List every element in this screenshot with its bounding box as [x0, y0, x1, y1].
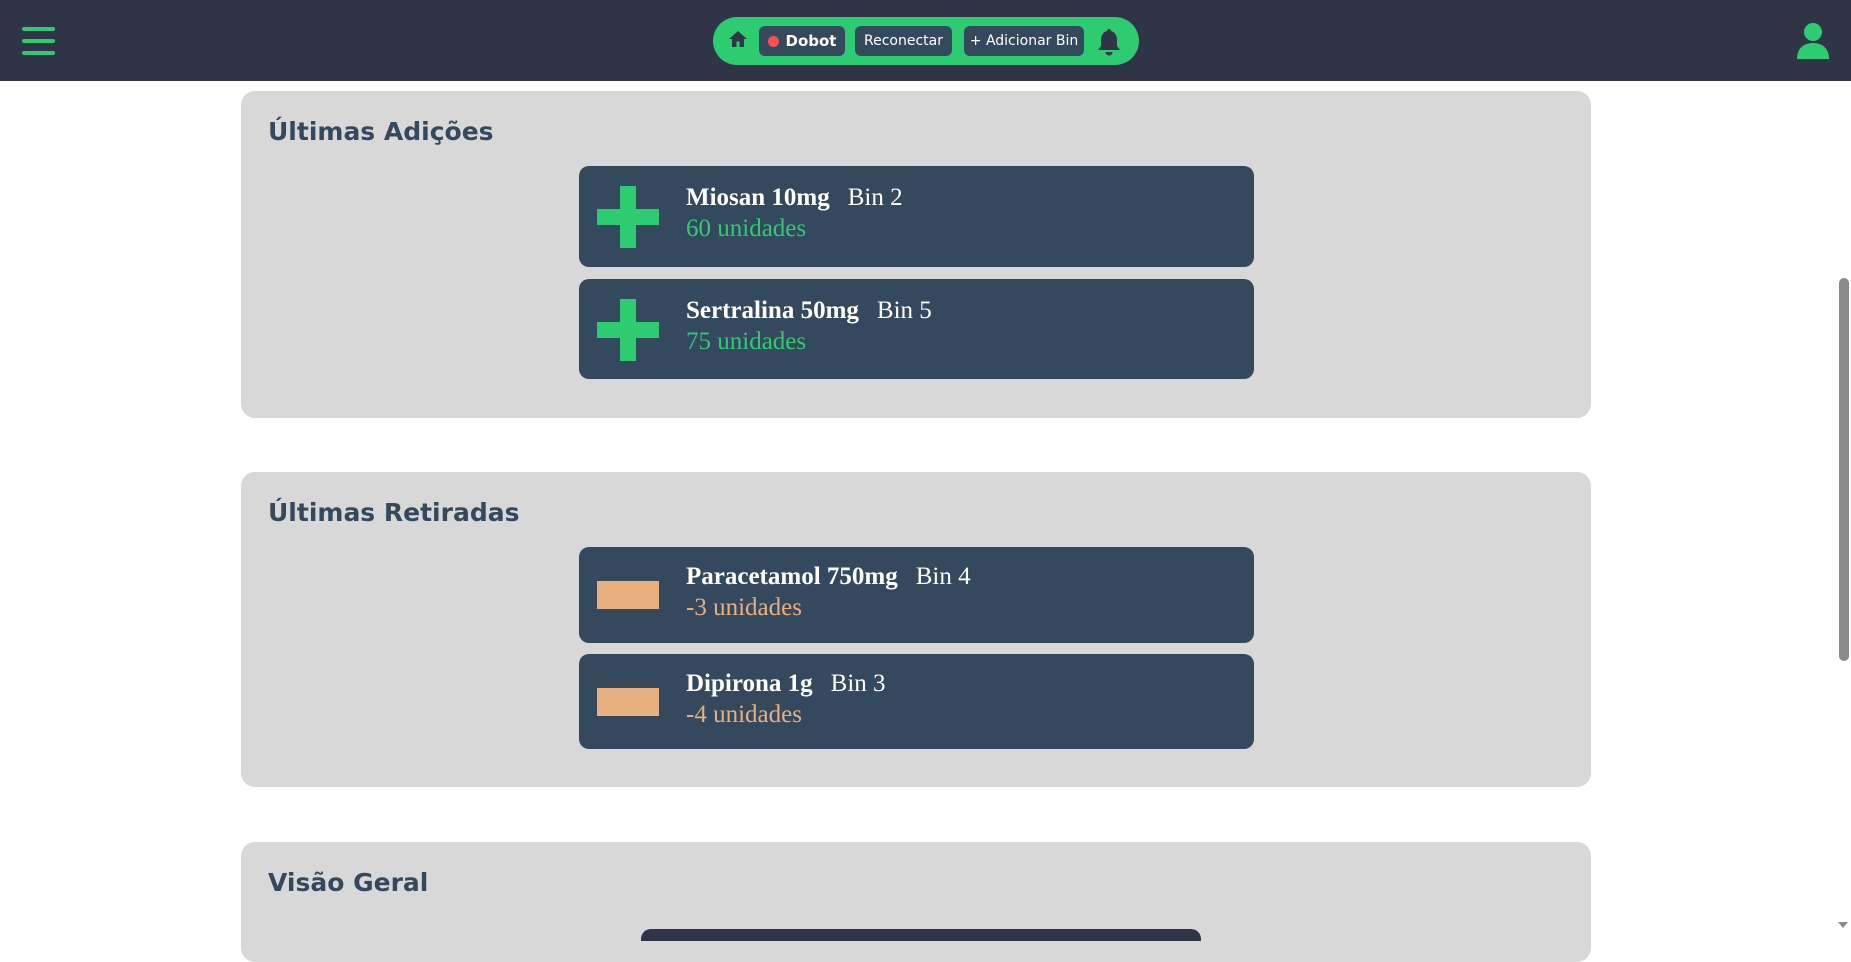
minus-icon	[597, 581, 659, 609]
minus-icon	[597, 688, 659, 716]
list-item[interactable]: Dipirona 1g Bin 3 -4 unidades	[579, 654, 1254, 749]
top-navbar: Dobot Reconectar + Adicionar Bin	[0, 0, 1851, 81]
list-item[interactable]: Sertralina 50mg Bin 5 75 unidades	[579, 279, 1254, 379]
section-title: Últimas Retiradas	[268, 498, 520, 527]
item-quantity: -4 unidades	[686, 701, 802, 728]
scrollbar-thumb[interactable]	[1839, 278, 1849, 661]
item-name: Paracetamol 750mg	[686, 563, 898, 590]
user-icon[interactable]	[1796, 22, 1830, 60]
item-name: Miosan 10mg	[686, 184, 830, 211]
item-bin: Bin 5	[876, 297, 932, 324]
bell-icon[interactable]	[1095, 27, 1123, 57]
item-name: Dipirona 1g	[686, 670, 813, 697]
overview-card	[641, 929, 1201, 941]
item-bin: Bin 2	[847, 184, 903, 211]
item-quantity: 75 unidades	[686, 328, 807, 355]
reconnect-button[interactable]: Reconectar	[855, 26, 952, 56]
item-bin: Bin 4	[915, 563, 971, 590]
list-item[interactable]: Miosan 10mg Bin 2 60 unidades	[579, 166, 1254, 267]
home-icon[interactable]	[728, 29, 748, 49]
recent-removals-section: Últimas Retiradas Paracetamol 750mg Bin 4…	[241, 472, 1591, 787]
robot-name: Dobot	[785, 32, 837, 50]
section-title: Últimas Adições	[268, 117, 494, 146]
robot-status-button[interactable]: Dobot	[759, 26, 845, 56]
recent-additions-section: Últimas Adições Miosan 10mg Bin 2 60 unid…	[241, 91, 1591, 418]
item-bin: Bin 3	[830, 670, 886, 697]
list-item[interactable]: Paracetamol 750mg Bin 4 -3 unidades	[579, 547, 1254, 643]
status-dot-icon	[767, 35, 779, 47]
menu-icon[interactable]	[22, 27, 55, 55]
page-scrollbar[interactable]	[1834, 81, 1851, 933]
item-quantity: -3 unidades	[686, 594, 802, 621]
scroll-down-arrow-icon[interactable]	[1838, 922, 1848, 928]
plus-icon	[597, 186, 659, 248]
section-title: Visão Geral	[268, 868, 429, 897]
overview-section: Visão Geral	[241, 842, 1591, 962]
add-bin-button[interactable]: + Adicionar Bin	[964, 26, 1084, 56]
plus-icon	[597, 299, 659, 361]
robot-control-bar: Dobot Reconectar + Adicionar Bin	[713, 17, 1139, 65]
item-name: Sertralina 50mg	[686, 297, 859, 324]
item-quantity: 60 unidades	[686, 215, 807, 242]
